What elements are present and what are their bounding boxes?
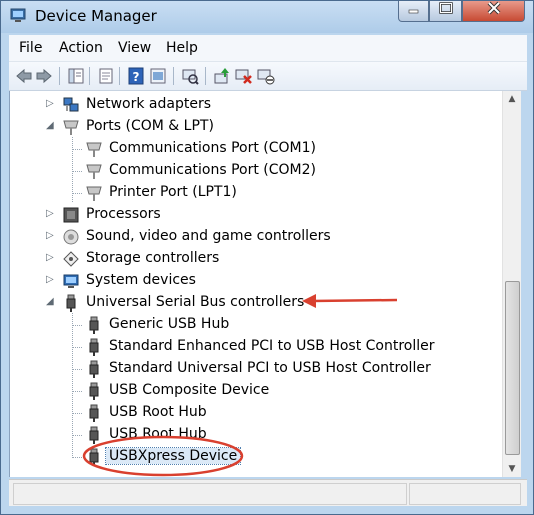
tree-item-label: Universal Serial Bus controllers — [86, 294, 305, 310]
show-hide-tree-icon[interactable] — [67, 67, 85, 85]
tree-item-label: Printer Port (LPT1) — [109, 184, 237, 200]
network-adapter-icon — [63, 97, 79, 112]
tree-item-storage[interactable]: ▷ Storage controllers — [10, 248, 500, 270]
usb-icon — [89, 316, 99, 334]
tree-item-com2[interactable]: Communications Port (COM2) — [10, 160, 500, 182]
tree-item-label: Standard Enhanced PCI to USB Host Contro… — [109, 338, 435, 354]
tree-item-label: Storage controllers — [86, 250, 220, 266]
usb-icon — [89, 338, 99, 356]
port-icon — [63, 120, 79, 135]
back-arrow-icon[interactable] — [15, 67, 33, 85]
system-devices-icon — [63, 274, 79, 288]
storage-icon — [63, 251, 79, 267]
tree-item-label: Processors — [86, 206, 161, 222]
port-icon — [86, 142, 102, 157]
tree-item-system[interactable]: ▷ System devices — [10, 270, 500, 292]
tree-item-usb-controllers[interactable]: ◢ Universal Serial Bus controllers — [10, 292, 500, 314]
status-pane — [13, 483, 407, 505]
expand-arrow-icon[interactable]: ▷ — [46, 208, 57, 219]
update-driver-icon[interactable] — [213, 67, 231, 85]
tree-item-usb-device[interactable]: USB Root Hub — [10, 402, 500, 424]
menu-file[interactable]: File — [19, 40, 42, 56]
scroll-down-arrow-icon[interactable]: ▼ — [503, 461, 521, 477]
window-title: Device Manager — [35, 7, 157, 25]
tree-item-label: Communications Port (COM1) — [109, 140, 316, 156]
tree-item-usb-device[interactable]: USB Composite Device — [10, 380, 500, 402]
tree-item-label: Standard Universal PCI to USB Host Contr… — [109, 360, 431, 376]
tree-item-label: Network adapters — [86, 96, 211, 112]
menu-bar: File Action View Help — [9, 35, 527, 62]
maximize-icon — [438, 2, 453, 14]
tree-item-processors[interactable]: ▷ Processors — [10, 204, 500, 226]
usb-icon — [89, 360, 99, 378]
collapse-arrow-icon[interactable]: ◢ — [46, 120, 57, 131]
tree-item-label-selected: USBXpress Device — [104, 447, 242, 465]
uninstall-icon[interactable] — [235, 67, 253, 85]
menu-help[interactable]: Help — [166, 40, 198, 56]
sound-icon — [63, 229, 79, 245]
view-toggle-icon[interactable] — [149, 67, 167, 85]
close-icon — [487, 1, 500, 15]
device-manager-icon — [10, 8, 26, 22]
forward-arrow-icon[interactable] — [35, 67, 53, 85]
tree-item-label: USB Composite Device — [109, 382, 270, 398]
tree-item-label: Generic USB Hub — [109, 316, 230, 332]
device-tree: ▷ Network adapters ◢ Ports (COM & LPT) C… — [9, 91, 503, 477]
expand-arrow-icon[interactable]: ▷ — [46, 98, 57, 109]
collapse-arrow-icon[interactable]: ◢ — [46, 296, 57, 307]
tree-item-label: Communications Port (COM2) — [109, 162, 316, 178]
tree-item-usb-device[interactable]: Standard Universal PCI to USB Host Contr… — [10, 358, 500, 380]
tree-item-sound[interactable]: ▷ Sound, video and game controllers — [10, 226, 500, 248]
expand-arrow-icon[interactable]: ▷ — [46, 252, 57, 263]
tree-item-label: USB Root Hub — [109, 426, 207, 442]
tree-item-label: System devices — [86, 272, 196, 288]
svg-text:?: ? — [133, 70, 140, 84]
port-icon — [86, 186, 102, 201]
tree-item-label: USB Root Hub — [109, 404, 207, 420]
help-icon[interactable]: ? — [127, 67, 145, 85]
tree-item-usbxpress-device[interactable]: USBXpress Device — [10, 446, 500, 468]
usb-icon — [89, 426, 99, 444]
port-icon — [86, 164, 102, 179]
tree-item-com1[interactable]: Communications Port (COM1) — [10, 138, 500, 160]
vertical-scrollbar[interactable]: ▲ ▼ — [502, 91, 521, 477]
device-manager-window: Device Manager File Action View Help ? ▷… — [0, 0, 534, 515]
tree-item-label: Ports (COM & LPT) — [86, 118, 214, 134]
status-pane — [409, 483, 521, 505]
expand-arrow-icon[interactable]: ▷ — [46, 274, 57, 285]
usb-icon — [89, 448, 99, 466]
tree-item-lpt1[interactable]: Printer Port (LPT1) — [10, 182, 500, 204]
tree-item-network-adapters[interactable]: ▷ Network adapters — [10, 94, 500, 116]
expand-arrow-icon[interactable]: ▷ — [46, 230, 57, 241]
tree-item-label: Sound, video and game controllers — [86, 228, 331, 244]
processor-icon — [63, 207, 79, 223]
toolbar: ? — [9, 62, 527, 91]
maximize-button[interactable] — [429, 1, 462, 22]
scroll-up-arrow-icon[interactable]: ▲ — [503, 91, 521, 107]
status-bar — [9, 479, 527, 506]
tree-item-usb-device[interactable]: Standard Enhanced PCI to USB Host Contro… — [10, 336, 500, 358]
minimize-icon — [408, 9, 418, 14]
menu-action[interactable]: Action — [59, 40, 103, 56]
usb-icon — [89, 382, 99, 400]
tree-item-usb-device[interactable]: Generic USB Hub — [10, 314, 500, 336]
close-button[interactable] — [462, 1, 525, 22]
title-bar[interactable]: Device Manager — [1, 1, 533, 33]
tree-item-ports[interactable]: ◢ Ports (COM & LPT) — [10, 116, 500, 138]
minimize-button[interactable] — [398, 1, 429, 22]
scan-hardware-icon[interactable] — [181, 67, 199, 85]
menu-view[interactable]: View — [118, 40, 151, 56]
scrollbar-thumb[interactable] — [505, 281, 520, 455]
properties-icon[interactable] — [97, 67, 115, 85]
usb-icon — [89, 404, 99, 422]
disable-device-icon[interactable] — [257, 67, 275, 85]
usb-icon — [66, 294, 76, 312]
tree-item-usb-device[interactable]: USB Root Hub — [10, 424, 500, 446]
